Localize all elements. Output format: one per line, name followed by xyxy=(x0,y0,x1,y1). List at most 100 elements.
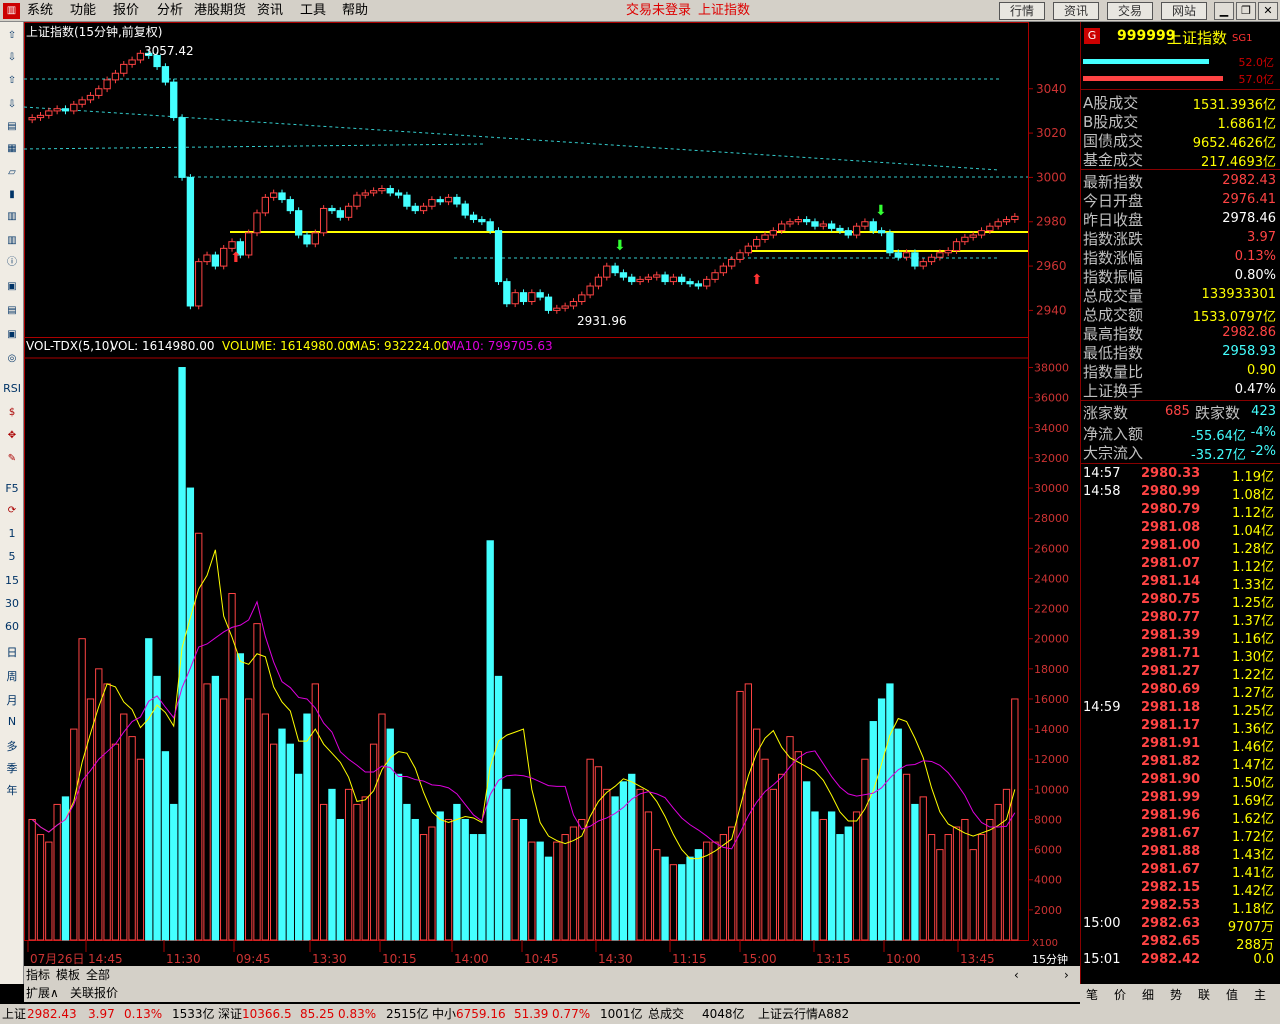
extension-tab-0[interactable]: 扩展∧ xyxy=(26,984,59,1002)
period-button-1[interactable]: F5 xyxy=(0,482,24,495)
volume-bar xyxy=(170,803,178,941)
candle-body xyxy=(186,176,195,307)
nav-up2-icon[interactable]: ⇧ xyxy=(3,72,21,90)
f12-icon[interactable]: ▣ xyxy=(3,326,21,344)
period-button-10[interactable]: N xyxy=(0,715,24,728)
volume-bar xyxy=(669,864,678,941)
top-button-3[interactable]: 网站 xyxy=(1161,2,1207,20)
candle-body xyxy=(78,99,86,105)
panel-tab-0[interactable]: 笔 xyxy=(1086,986,1098,1003)
nav-down-icon[interactable]: ⇩ xyxy=(3,49,21,67)
menu-item-1[interactable]: 功能 xyxy=(70,0,96,22)
refresh-icon[interactable]: ⟳ xyxy=(3,502,21,520)
tick-volume: 1.41亿 xyxy=(1232,866,1274,881)
candle-body xyxy=(852,225,861,236)
buy-signal-arrow-icon: ⬆ xyxy=(751,272,763,288)
volume-bar xyxy=(919,796,927,941)
report-icon[interactable]: ▤ xyxy=(3,118,21,136)
kline-chart[interactable]: 3040 3020 3000 2980 2960 2940 38000 36000 34000 3… xyxy=(23,22,1080,984)
period-button-0[interactable]: RSI xyxy=(0,382,24,395)
period-button-7[interactable]: 日 xyxy=(0,644,24,660)
sell-signal-arrow-icon: ⬇ xyxy=(875,203,887,219)
candle-body xyxy=(436,199,444,203)
period-label[interactable]: 15分钟 xyxy=(1032,952,1068,966)
panel-tab-6[interactable]: 主 xyxy=(1254,986,1266,1003)
menu-item-2[interactable]: 报价 xyxy=(113,0,139,22)
period-button-9[interactable]: 月 xyxy=(0,692,24,708)
vol-tick-label: 30000 xyxy=(1034,482,1069,495)
panel-tab-2[interactable]: 细 xyxy=(1142,986,1154,1003)
panel-tab-3[interactable]: 势 xyxy=(1170,986,1182,1003)
f10-icon[interactable]: ▣ xyxy=(3,278,21,296)
vol-tick-label: 28000 xyxy=(1034,512,1069,525)
period-button-6[interactable]: 60 xyxy=(0,620,24,633)
top-button-0[interactable]: 行情 xyxy=(999,2,1045,20)
volume-bar xyxy=(95,668,103,941)
cloud-quote-label[interactable]: 上证云行情A882 xyxy=(758,1004,849,1024)
vol-header-ma5: MA5: 932224.00 xyxy=(350,339,449,353)
candle-body xyxy=(769,230,777,236)
doc-icon[interactable]: ▤ xyxy=(3,302,21,320)
volume-bar xyxy=(969,849,977,941)
nav-down2-icon[interactable]: ⇩ xyxy=(3,96,21,114)
kline-icon[interactable]: ▮ xyxy=(3,186,21,204)
candle-body xyxy=(369,190,378,194)
restore-icon[interactable]: ❐ xyxy=(1236,2,1256,20)
indicator-tab-0[interactable]: 指标 xyxy=(26,966,50,984)
volume-bar xyxy=(311,683,319,941)
indicator-tab-2[interactable]: 全部 xyxy=(86,966,110,984)
g-badge[interactable]: G xyxy=(1084,28,1100,44)
menu-item-6[interactable]: 工具 xyxy=(300,0,326,22)
scroll-left-icon[interactable]: ‹ xyxy=(1014,966,1019,984)
menu-item-4[interactable]: 港股期货 xyxy=(194,0,246,22)
bar2-icon[interactable]: ▥ xyxy=(3,232,21,250)
menu-item-5[interactable]: 资讯 xyxy=(257,0,283,22)
period-button-11[interactable]: 多 xyxy=(0,738,24,754)
period-button-2[interactable]: 1 xyxy=(0,527,24,540)
chart-icon[interactable]: ▱ xyxy=(3,164,21,182)
extension-tab-1[interactable]: 关联报价 xyxy=(70,984,118,1002)
period-button-13[interactable]: 年 xyxy=(0,782,24,798)
period-button-12[interactable]: 季 xyxy=(0,760,24,776)
login-status[interactable]: 交易未登录 xyxy=(626,0,691,22)
pencil-icon[interactable]: ✎ xyxy=(3,450,21,468)
indicator-tab-1[interactable]: 模板 xyxy=(56,966,80,984)
stat-label: 国债成交 xyxy=(1083,132,1144,150)
candle-body xyxy=(603,265,611,278)
info-icon[interactable]: ⓘ xyxy=(3,254,21,272)
minimize-icon[interactable]: ▁ xyxy=(1214,2,1234,20)
period-button-4[interactable]: 15 xyxy=(0,574,24,587)
tick-volume: 9707万 xyxy=(1227,920,1274,935)
menu-item-7[interactable]: 帮助 xyxy=(342,0,368,22)
period-button-3[interactable]: 5 xyxy=(0,550,24,563)
period-button-8[interactable]: 周 xyxy=(0,668,24,684)
dollar-icon[interactable]: $ xyxy=(3,404,21,422)
candle-body xyxy=(1011,215,1019,221)
tick-volume: 1.43亿 xyxy=(1232,848,1274,863)
scroll-right-icon[interactable]: › xyxy=(1064,966,1069,984)
volume-bar xyxy=(936,849,944,941)
stat-label: 基金成交 xyxy=(1083,151,1144,169)
panel-tab-4[interactable]: 联 xyxy=(1198,986,1210,1003)
top-button-2[interactable]: 交易 xyxy=(1107,2,1153,20)
bar-icon[interactable]: ▥ xyxy=(3,208,21,226)
close-icon[interactable]: ✕ xyxy=(1258,2,1278,20)
stat-value: 2982.43 xyxy=(1222,173,1276,188)
vol-header-ma10: MA10: 799705.63 xyxy=(446,339,553,353)
move-icon[interactable]: ✥ xyxy=(3,427,21,445)
chart-area[interactable]: 3040 3020 3000 2980 2960 2940 38000 36000 34000 3… xyxy=(23,22,1080,984)
volume-bar xyxy=(678,864,686,941)
menu-item-0[interactable]: 系统 xyxy=(27,0,53,22)
nav-up-icon[interactable]: ⇧ xyxy=(3,27,21,45)
grid-icon[interactable]: ▦ xyxy=(3,140,21,158)
volume-bar xyxy=(661,856,669,941)
period-button-5[interactable]: 30 xyxy=(0,597,24,610)
menu-item-3[interactable]: 分析 xyxy=(157,0,183,22)
panel-tab-5[interactable]: 值 xyxy=(1226,986,1238,1003)
top-button-1[interactable]: 资讯 xyxy=(1053,2,1099,20)
candle-body xyxy=(1002,219,1011,223)
tick-price: 2981.82 xyxy=(1141,754,1201,769)
panel-tab-1[interactable]: 价 xyxy=(1114,986,1126,1003)
tick-price: 2981.91 xyxy=(1141,736,1201,751)
circle-icon[interactable]: ◎ xyxy=(3,350,21,368)
